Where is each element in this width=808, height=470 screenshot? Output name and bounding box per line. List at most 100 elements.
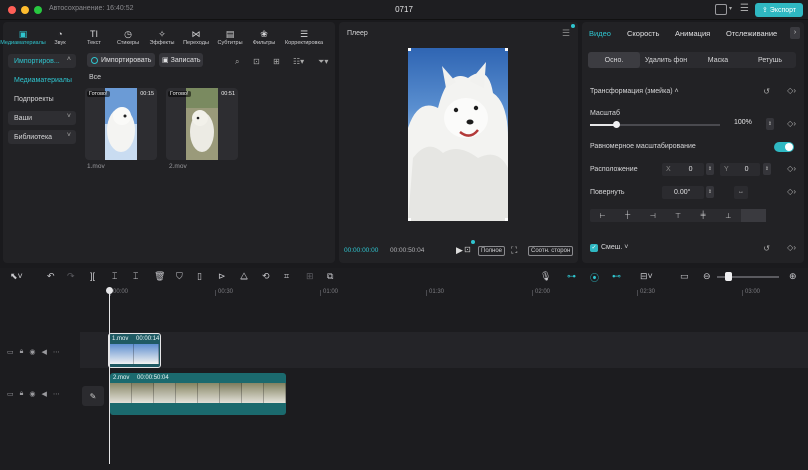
cursor-icon[interactable]: ⬉˅ xyxy=(10,271,23,282)
export-button[interactable]: ⇪ Экспорт xyxy=(755,3,803,17)
blend-label[interactable]: Смеш. ˅ xyxy=(601,244,628,251)
y-stepper[interactable]: ⇕ xyxy=(763,163,771,175)
sidebar-item-yours[interactable]: Ваши ˅ xyxy=(8,111,76,125)
grid-view-icon[interactable]: ⊞ xyxy=(273,57,280,66)
position-x-field[interactable]: X 0 xyxy=(662,163,704,176)
timeline-clip-2[interactable]: 2.mov 00:00:50:04 xyxy=(110,373,286,415)
redo-icon[interactable]: ↷ xyxy=(67,271,75,282)
magnet-link-icon[interactable]: ⊶ xyxy=(567,271,576,282)
rotate-stepper[interactable]: ⇕ xyxy=(706,186,714,198)
tab-speed[interactable]: Скорость xyxy=(627,22,659,38)
tab-captions[interactable]: ▤ Субтитры xyxy=(213,22,247,48)
crop-icon[interactable]: ⌗ xyxy=(284,271,289,282)
layout-icon[interactable] xyxy=(715,4,727,15)
disabled-tool-icon[interactable]: ⊞ xyxy=(306,271,314,282)
subtab-remove-bg[interactable]: Удалить фон xyxy=(640,52,692,68)
align-top-icon[interactable]: ⊤ xyxy=(665,209,690,222)
snap-icon[interactable]: ⦿ xyxy=(590,271,599,284)
crop-handle[interactable] xyxy=(505,48,508,51)
full-button[interactable]: Полное xyxy=(478,246,506,256)
mirror-icon[interactable]: ⧋ xyxy=(240,271,248,282)
keyframe-icon[interactable]: ◇› xyxy=(787,187,796,196)
keyframe-icon[interactable]: ◇› xyxy=(787,119,796,128)
trim-left-icon[interactable]: ⌶ xyxy=(112,271,117,282)
lock-icon[interactable]: 🔒︎ xyxy=(20,348,24,356)
align-center-h-icon[interactable]: ┼ xyxy=(615,209,640,222)
eye-icon[interactable]: ◉ xyxy=(29,390,35,398)
filter-icon[interactable]: ⏷▾ xyxy=(318,57,328,67)
split-icon[interactable]: ][ xyxy=(90,271,95,281)
rotate-icon[interactable]: ⟲ xyxy=(262,271,270,282)
chevron-down-icon[interactable]: ▾ xyxy=(729,5,732,12)
shield-icon[interactable]: ⛉ xyxy=(176,271,183,282)
microphone-icon[interactable]: 🎙︎ xyxy=(540,271,551,282)
media-item-1[interactable]: Готово! 00:15 xyxy=(85,88,157,160)
tab-tracking[interactable]: Отслеживание xyxy=(726,22,777,38)
sidebar-item-library[interactable]: Библиотека ˅ xyxy=(8,130,76,144)
tab-text[interactable]: TI Текст xyxy=(77,22,111,48)
media-item-2[interactable]: Готово! 00:51 xyxy=(166,88,238,160)
zoom-knob[interactable] xyxy=(725,272,732,281)
menu-icon[interactable]: ☰ xyxy=(740,3,749,14)
audio-icon[interactable]: ◀︎ xyxy=(41,390,46,398)
cover-edit-button[interactable]: ✎ xyxy=(82,386,104,406)
sidebar-import-dropdown[interactable]: Импортиров... ˄ xyxy=(8,54,76,68)
sort-icon[interactable]: ☷▾ xyxy=(293,57,304,66)
keyframe-icon[interactable]: ◇› xyxy=(787,164,796,173)
tab-effects[interactable]: ✧ Эффекты xyxy=(145,22,179,48)
audio-icon[interactable]: ◀︎ xyxy=(41,348,46,356)
sidebar-item-subprojects[interactable]: Подпроекты xyxy=(8,92,76,106)
align-bottom-icon[interactable]: ⊥ xyxy=(716,209,741,222)
reset-icon[interactable]: ↺ xyxy=(763,244,770,253)
tab-video[interactable]: Видео xyxy=(589,22,611,38)
screen-icon[interactable]: ▭ xyxy=(680,271,689,282)
eye-icon[interactable]: ◉ xyxy=(29,348,35,356)
preview-axis-icon[interactable]: ⊟˅ xyxy=(640,271,653,282)
rotate-field[interactable]: 0.00° xyxy=(662,186,704,199)
timeline-clip-1[interactable]: 1.mov 00:00:14 xyxy=(108,333,161,368)
tab-filters[interactable]: ❀ Фильтры xyxy=(247,22,281,48)
chevron-right-icon[interactable]: › xyxy=(790,27,800,39)
x-stepper[interactable]: ⇕ xyxy=(706,163,714,175)
crop-handle[interactable] xyxy=(505,218,508,221)
aspect-ratio-button[interactable]: Соотн. сторон xyxy=(528,246,574,256)
playhead[interactable] xyxy=(109,288,110,464)
crop-handle[interactable] xyxy=(408,218,411,221)
subtab-basic[interactable]: Осно. xyxy=(588,52,640,68)
play-icon[interactable]: ▶ xyxy=(456,245,463,256)
uniform-scale-toggle[interactable] xyxy=(774,142,794,152)
blend-checkbox[interactable]: ✓ xyxy=(590,244,598,252)
video-preview[interactable] xyxy=(408,48,508,221)
undo-icon[interactable]: ↶ xyxy=(47,271,55,282)
record-button[interactable]: ▣ Записать xyxy=(159,53,203,67)
delete-icon[interactable]: 🗑︎ xyxy=(154,271,165,282)
tab-sticker[interactable]: ◷ Стикеры xyxy=(111,22,145,48)
tab-media[interactable]: ▣ Медиаматериалы xyxy=(0,22,46,48)
play-icon[interactable]: ⊳ xyxy=(218,271,226,282)
zoom-out-icon[interactable]: ⊖ xyxy=(703,271,711,282)
tab-animation[interactable]: Анимация xyxy=(675,22,710,38)
reset-icon[interactable]: ↺ xyxy=(763,87,770,96)
crop-handle[interactable] xyxy=(408,48,411,51)
transform-label[interactable]: Трансформация (змейка) ˄ xyxy=(590,88,679,95)
fit-icon[interactable]: ⊡ xyxy=(464,245,471,254)
subtab-mask[interactable]: Маска xyxy=(692,52,744,68)
rotate-direction-button[interactable]: ↔ xyxy=(734,186,748,199)
folder-icon[interactable]: ⊡ xyxy=(253,57,260,66)
trim-right-icon[interactable]: ⌶ xyxy=(133,271,138,282)
search-icon[interactable]: ⌕ xyxy=(235,57,239,67)
adjust-icon[interactable]: ⧉ xyxy=(327,271,333,282)
freeze-icon[interactable]: ▯ xyxy=(197,271,202,282)
scale-knob[interactable] xyxy=(613,121,620,128)
align-extra-icon[interactable] xyxy=(740,209,766,222)
tab-audio[interactable]: ◔ Звук xyxy=(43,22,77,48)
fullscreen-icon[interactable]: ⛶ xyxy=(511,245,517,256)
keyframe-icon[interactable]: ◇› xyxy=(787,243,796,252)
keyframe-icon[interactable]: ◇› xyxy=(787,86,796,95)
scale-stepper[interactable]: ⇕ xyxy=(766,118,774,130)
more-icon[interactable]: ⋯ xyxy=(53,390,60,398)
position-y-field[interactable]: Y 0 xyxy=(720,163,760,176)
playhead-handle[interactable] xyxy=(106,287,113,294)
lock-icon[interactable]: 🔒︎ xyxy=(20,390,24,398)
tab-adjust[interactable]: ☰ Корректировка xyxy=(281,22,327,48)
